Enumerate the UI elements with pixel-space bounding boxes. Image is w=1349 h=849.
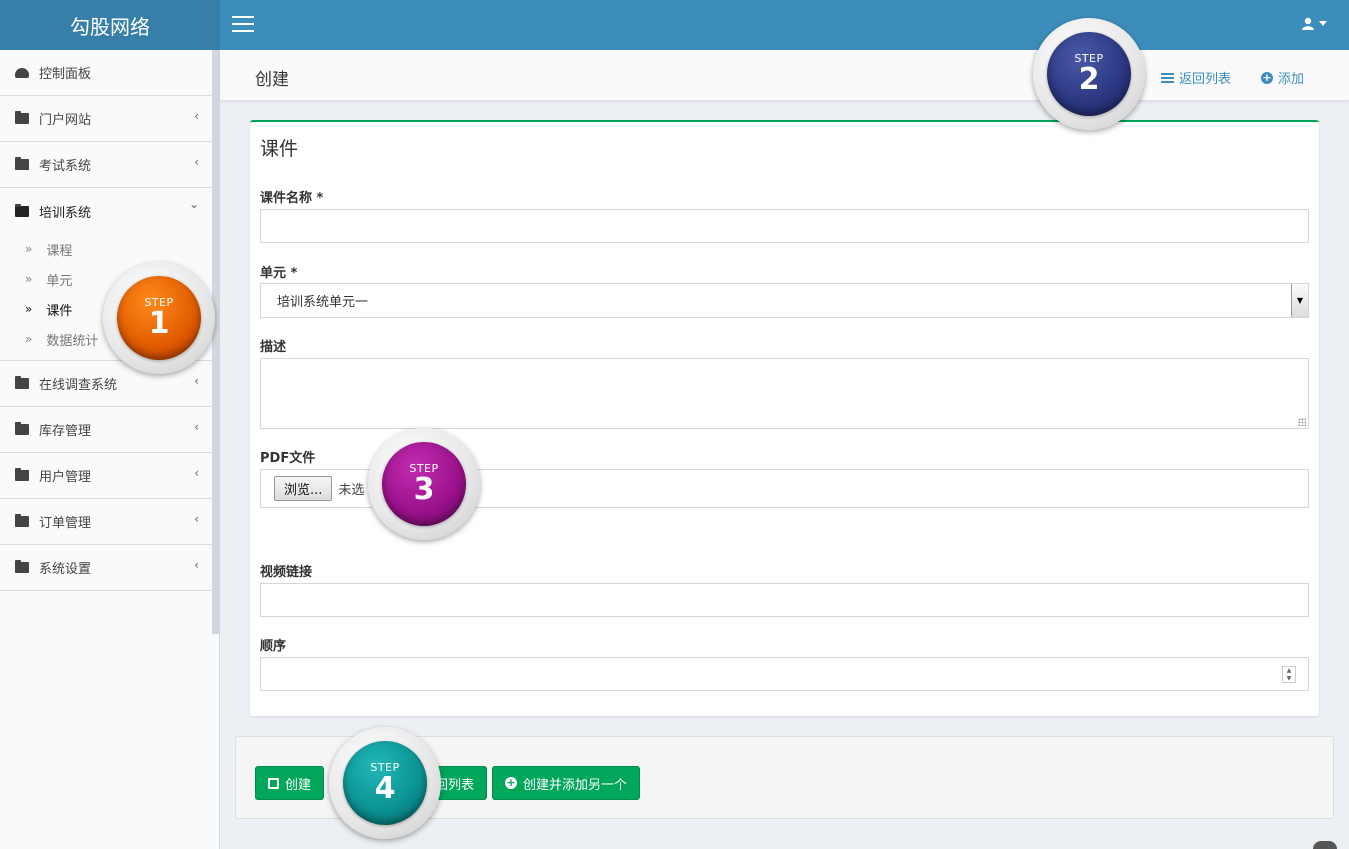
sidebar-item-portal[interactable]: 门户网站 ‹ (0, 96, 213, 142)
submenu-item-label: 单元 (46, 273, 73, 289)
create-and-add-another-button[interactable]: + 创建并添加另一个 (492, 766, 641, 800)
chevron-left-icon: ‹ (194, 420, 199, 434)
sidebar-item-label: 考试系统 (39, 159, 92, 174)
chevron-left-icon: ‹ (194, 374, 199, 388)
sidebar-item-dashboard[interactable]: 控制面板 (0, 50, 213, 96)
chevron-left-icon: ‹ (194, 558, 199, 572)
folder-icon (15, 376, 29, 389)
sidebar-item-exam[interactable]: 考试系统 ‹ (0, 142, 213, 188)
submenu-item-label: 课程 (46, 243, 73, 259)
pdf-label: PDF文件 (260, 451, 316, 466)
sidebar-item-label: 订单管理 (39, 516, 92, 531)
add-link[interactable]: + 添加 (1260, 68, 1304, 87)
dashboard-icon (15, 67, 29, 78)
double-chevron-icon: » (25, 242, 33, 256)
description-textarea[interactable] (260, 358, 1309, 429)
app-logo[interactable]: 勾股网络 (0, 0, 220, 50)
step-3-badge: STEP 3 (368, 428, 480, 540)
back-to-list-link[interactable]: 返回列表 (1160, 68, 1231, 87)
step-1-badge: STEP 1 (103, 262, 215, 374)
chevron-down-icon: ⌄ (188, 197, 199, 211)
user-menu-button[interactable] (1302, 17, 1327, 30)
create-button-label: 创建 (285, 777, 312, 793)
add-label: 添加 (1277, 72, 1304, 87)
sidebar-item-label: 系统设置 (39, 562, 92, 577)
save-icon (268, 777, 279, 789)
name-input[interactable] (260, 209, 1309, 243)
sidebar-item-orders[interactable]: 订单管理 ‹ (0, 499, 213, 545)
step-number: 3 (413, 472, 435, 507)
double-chevron-icon: » (25, 302, 33, 316)
video-link-input[interactable] (260, 583, 1309, 617)
page-title: 创建 (255, 70, 289, 90)
number-spinner-icon[interactable]: ▲ ▼ (1282, 666, 1296, 683)
step-number: 2 (1078, 62, 1100, 97)
plus-circle-icon: + (505, 776, 517, 789)
unit-select-value: 培训系统单元一 (277, 295, 369, 310)
chevron-left-icon: ‹ (194, 512, 199, 526)
chevron-left-icon: ‹ (194, 466, 199, 480)
box-title: 课件 (260, 138, 299, 160)
content-header: 创建 返回列表 + 添加 (220, 50, 1349, 100)
scroll-to-top-button[interactable] (1313, 841, 1337, 849)
submenu-item-course[interactable]: » 课程 (0, 234, 213, 264)
plus-circle-icon: + (1260, 70, 1273, 84)
unit-select[interactable]: 培训系统单元一 ▼ (260, 283, 1309, 318)
order-label: 顺序 (260, 639, 287, 654)
form-box: 课件 课件名称 * 单元 * 培训系统单元一 ▼ 描述 PDF文件 浏览... … (250, 120, 1319, 716)
sidebar-item-users[interactable]: 用户管理 ‹ (0, 453, 213, 499)
chevron-left-icon: ‹ (194, 109, 199, 123)
header-actions: 返回列表 + 添加 (1160, 68, 1304, 87)
browse-button[interactable]: 浏览... (274, 476, 333, 501)
dropdown-arrow-icon[interactable]: ▼ (1291, 284, 1308, 317)
create-button[interactable]: 创建 (255, 766, 325, 800)
folder-icon (15, 560, 29, 573)
order-number-input[interactable]: ▲ ▼ (260, 657, 1309, 691)
sidebar-item-label: 库存管理 (39, 424, 92, 439)
create-and-add-label: 创建并添加另一个 (523, 777, 628, 793)
sidebar-item-label: 用户管理 (39, 470, 92, 485)
folder-icon (15, 203, 29, 217)
unit-label: 单元 * (260, 266, 298, 281)
sidebar: 控制面板 门户网站 ‹ 考试系统 ‹ 培训系统 ⌄ » 课程 » 单元 » 课件… (0, 50, 220, 849)
sidebar-item-training[interactable]: 培训系统 ⌄ (0, 188, 213, 234)
sidebar-item-inventory[interactable]: 库存管理 ‹ (0, 407, 213, 453)
sidebar-scrollbar[interactable] (212, 50, 219, 634)
list-icon (1160, 72, 1174, 83)
video-link-label: 视频链接 (260, 565, 313, 580)
description-label: 描述 (260, 340, 287, 355)
step-4-badge: STEP 4 (329, 727, 441, 839)
step-2-badge: STEP 2 (1033, 18, 1145, 130)
top-navbar (220, 0, 1349, 50)
user-icon (1302, 17, 1314, 30)
folder-icon (15, 111, 29, 124)
menu-toggle-icon[interactable] (232, 16, 254, 34)
resize-grip-icon[interactable] (1298, 418, 1306, 426)
no-file-text: 未选 (338, 483, 365, 498)
double-chevron-icon: » (25, 272, 33, 286)
sidebar-item-label: 门户网站 (39, 113, 92, 128)
step-number: 4 (374, 771, 396, 806)
caret-down-icon (1319, 21, 1327, 26)
submenu-item-label: 课件 (46, 303, 73, 319)
chevron-left-icon: ‹ (194, 155, 199, 169)
back-to-list-label: 返回列表 (1178, 72, 1231, 87)
double-chevron-icon: » (25, 332, 33, 346)
folder-icon (15, 468, 29, 481)
sidebar-item-label: 控制面板 (39, 67, 92, 82)
step-number: 1 (148, 306, 170, 341)
folder-icon (15, 514, 29, 527)
brand-name: 勾股网络 (70, 14, 150, 39)
name-label: 课件名称 * (260, 191, 324, 206)
folder-icon (15, 157, 29, 170)
sidebar-item-label: 培训系统 (39, 205, 92, 221)
sidebar-item-label: 在线调查系统 (39, 378, 118, 393)
sidebar-item-settings[interactable]: 系统设置 ‹ (0, 545, 213, 591)
folder-icon (15, 422, 29, 435)
submenu-item-label: 数据统计 (46, 333, 99, 349)
